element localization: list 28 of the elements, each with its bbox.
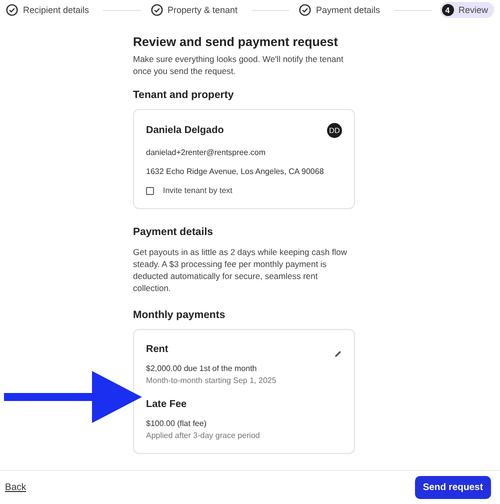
payment-title: Rent <box>146 344 168 355</box>
payment-note: Applied after 3-day grace period <box>146 431 261 440</box>
check-circle-icon <box>6 4 18 16</box>
back-link[interactable]: Back <box>5 482 26 493</box>
section-heading: Payment details <box>133 226 214 238</box>
stepper-step[interactable]: Property & tenant <box>148 2 244 18</box>
page-title: Review and send payment request <box>133 35 339 49</box>
edit-icon[interactable] <box>334 350 342 358</box>
stepper-step[interactable]: Payment details <box>297 2 386 18</box>
send-request-button[interactable]: Send request <box>414 476 491 499</box>
payment-amount: $2,000.00 due 1st of the month <box>146 364 258 373</box>
tenant-email: danielad+2renter@rentspree.com <box>146 148 267 157</box>
property-address: 1632 Echo Ridge Avenue, Los Angeles, CA 90068 <box>146 167 325 176</box>
payment-amount: $100.00 (flat fee) <box>146 419 208 428</box>
section-heading: Tenant and property <box>133 89 235 101</box>
checkbox[interactable] <box>146 186 154 194</box>
payment-title: Late Fee <box>146 399 187 410</box>
stepper-step[interactable]: 4 Review <box>440 2 494 18</box>
check-circle-icon <box>150 4 162 16</box>
check-circle-icon <box>299 4 311 16</box>
stepper-step[interactable]: Recipient details <box>4 2 96 18</box>
checkbox-label: Invite tenant by text <box>163 186 232 195</box>
payment-note: Month-to-month starting Sep 1, 2025 <box>146 376 278 385</box>
section-heading: Monthly payments <box>133 309 226 321</box>
step-number: 4 <box>442 4 454 16</box>
tenant-name: Daniela Delgado <box>146 125 224 136</box>
intro-text: Make sure everything looks good. We'll notify the tenant once you send the request. <box>133 53 344 77</box>
payment-info-text: Get payouts in as little as 2 days while keeping cash flow steady. A $3 processing fee per monthly payment is deducted automatically for secure, seamless rent collection. <box>133 246 348 294</box>
